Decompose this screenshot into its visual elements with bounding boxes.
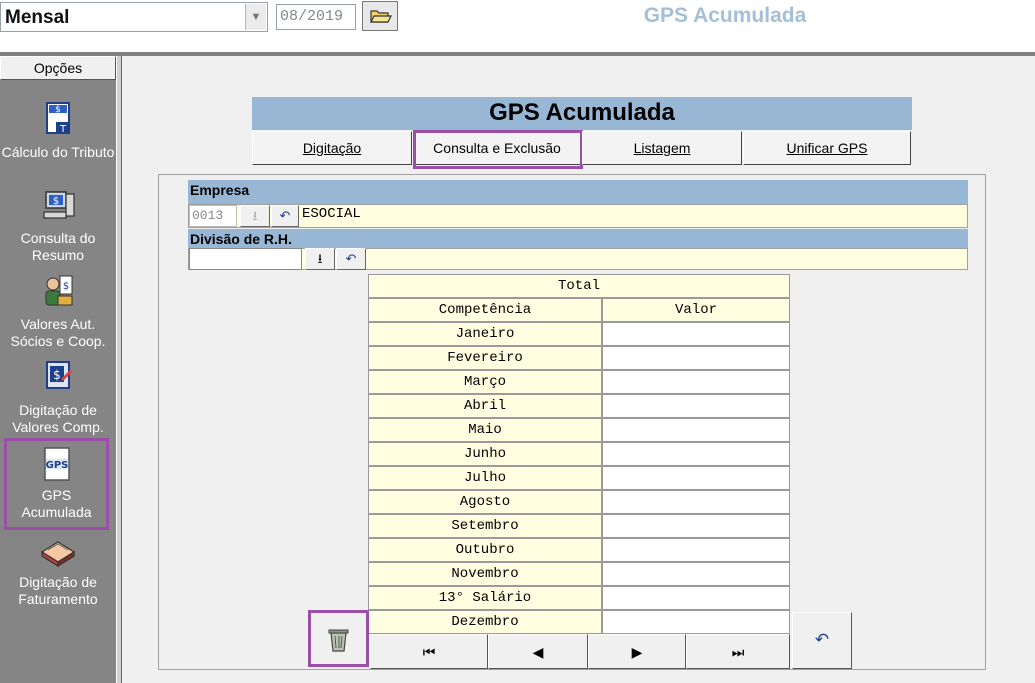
month-cell: Julho [368, 466, 602, 490]
month-cell: Janeiro [368, 322, 602, 346]
svg-text:$: $ [55, 105, 61, 115]
empresa-name: ESOCIAL [302, 206, 361, 222]
column-header-valor: Valor [602, 298, 790, 322]
tab-unificar-gps[interactable]: Unificar GPS [743, 131, 911, 165]
valor-cell[interactable] [602, 538, 790, 562]
previous-record-button[interactable]: ◀ [488, 634, 588, 669]
next-record-icon: ▶ [631, 644, 643, 660]
money-entry-icon: $ [46, 361, 73, 389]
empresa-code-input[interactable]: 0013 [189, 205, 237, 227]
svg-text:$: $ [63, 281, 69, 292]
month-cell: Dezembro [368, 610, 602, 634]
invoice-book-icon [40, 541, 76, 568]
trash-icon [328, 629, 349, 652]
open-folder-button[interactable] [362, 1, 398, 31]
month-cell: Outubro [368, 538, 602, 562]
month-cell: Fevereiro [368, 346, 602, 370]
valor-cell[interactable] [602, 562, 790, 586]
first-record-icon: ⏮ [422, 644, 436, 660]
empresa-search-button[interactable]: ⭳ [240, 205, 270, 227]
tax-calculation-icon: $ T [46, 102, 70, 135]
month-cell: Novembro [368, 562, 602, 586]
undo-icon: ↶ [814, 630, 830, 649]
empresa-label: Empresa [188, 180, 968, 204]
folder-open-icon [370, 10, 392, 23]
empresa-undo-button[interactable]: ↶ [271, 205, 299, 227]
competencia-input[interactable]: 08/2019 [276, 4, 356, 30]
app-title: GPS Acumulada [643, 4, 807, 27]
month-cell: Março [368, 370, 602, 394]
valor-cell[interactable] [602, 466, 790, 490]
month-cell: Abril [368, 394, 602, 418]
valor-cell[interactable] [602, 442, 790, 466]
svg-text:$: $ [53, 196, 59, 207]
tab-label: Unificar GPS [786, 140, 868, 156]
active-tab-highlight [413, 130, 583, 169]
valor-cell[interactable] [602, 394, 790, 418]
download-arrow-icon: ⭳ [317, 251, 323, 266]
svg-text:T: T [59, 124, 67, 135]
sidebar-item-label: Cálculo do Tributo [1, 144, 115, 160]
computer-summary-icon: $ [43, 191, 75, 219]
period-select[interactable]: Mensal ▼ [0, 2, 268, 32]
sidebar-item-label: Consulta do Resumo [20, 230, 96, 263]
tab-label: Listagem [633, 140, 691, 156]
divisao-search-button[interactable]: ⭳ [305, 248, 335, 270]
sidebar-item-digitacao-valores[interactable]: $ Digitação de Valores Comp. [0, 358, 116, 436]
last-record-button[interactable]: ⏭ [686, 634, 790, 669]
delete-button[interactable] [308, 610, 369, 667]
undo-icon: ↶ [345, 251, 357, 266]
undo-icon: ↶ [279, 208, 291, 223]
month-cell: Junho [368, 442, 602, 466]
undo-button[interactable]: ↶ [792, 612, 852, 669]
valor-cell[interactable] [602, 322, 790, 346]
month-cell: Setembro [368, 514, 602, 538]
last-record-icon: ⏭ [731, 644, 745, 660]
valor-cell[interactable] [602, 418, 790, 442]
month-cell: 13° Salário [368, 586, 602, 610]
valor-cell[interactable] [602, 490, 790, 514]
tab-digitacao[interactable]: Digitação [252, 131, 412, 165]
sidebar-item-gps-acumulada[interactable]: GPS GPS Acumulada [4, 438, 109, 530]
valor-cell[interactable] [602, 370, 790, 394]
next-record-button[interactable]: ▶ [588, 634, 686, 669]
download-arrow-icon: ⭳ [252, 208, 258, 223]
valor-cell[interactable] [602, 586, 790, 610]
tab-label: Digitação [302, 140, 362, 156]
gps-document-icon: GPS [43, 447, 70, 481]
partners-money-icon: $ [45, 275, 73, 306]
valor-cell[interactable] [602, 610, 790, 634]
month-cell: Maio [368, 418, 602, 442]
sidebar-item-label: Digitação de Valores Comp. [12, 402, 104, 435]
svg-text:$: $ [53, 368, 61, 382]
sidebar-header: Opções [0, 56, 116, 80]
first-record-button[interactable]: ⏮ [370, 634, 488, 669]
sidebar-item-label: Digitação de Faturamento [18, 574, 98, 607]
column-header-competencia: Competência [368, 298, 602, 322]
divisao-code-input[interactable] [189, 248, 302, 270]
divisao-label: Divisão de R.H. [188, 229, 968, 249]
month-cell: Agosto [368, 490, 602, 514]
sidebar-item-valores-socios[interactable]: $ Valores Aut. Sócios e Coop. [0, 272, 116, 350]
period-select-value: Mensal [5, 7, 70, 28]
sidebar-item-label: Valores Aut. Sócios e Coop. [10, 316, 106, 349]
chevron-down-icon[interactable]: ▼ [245, 4, 266, 30]
page-title: GPS Acumulada [252, 97, 912, 130]
valor-cell[interactable] [602, 514, 790, 538]
sidebar-item-digitacao-faturamento[interactable]: Digitação de Faturamento [0, 530, 116, 608]
sidebar-item-label: GPS Acumulada [21, 487, 92, 520]
svg-text:GPS: GPS [45, 460, 68, 471]
sidebar-item-consulta-resumo[interactable]: $ Consulta do Resumo [0, 186, 116, 264]
tab-listagem[interactable]: Listagem [582, 131, 742, 165]
divisao-undo-button[interactable]: ↶ [336, 248, 366, 270]
table-title: Total [368, 274, 790, 298]
valor-cell[interactable] [602, 346, 790, 370]
sidebar-item-calculo-tributo[interactable]: $ T Cálculo do Tributo [0, 100, 116, 161]
previous-record-icon: ◀ [532, 644, 544, 660]
